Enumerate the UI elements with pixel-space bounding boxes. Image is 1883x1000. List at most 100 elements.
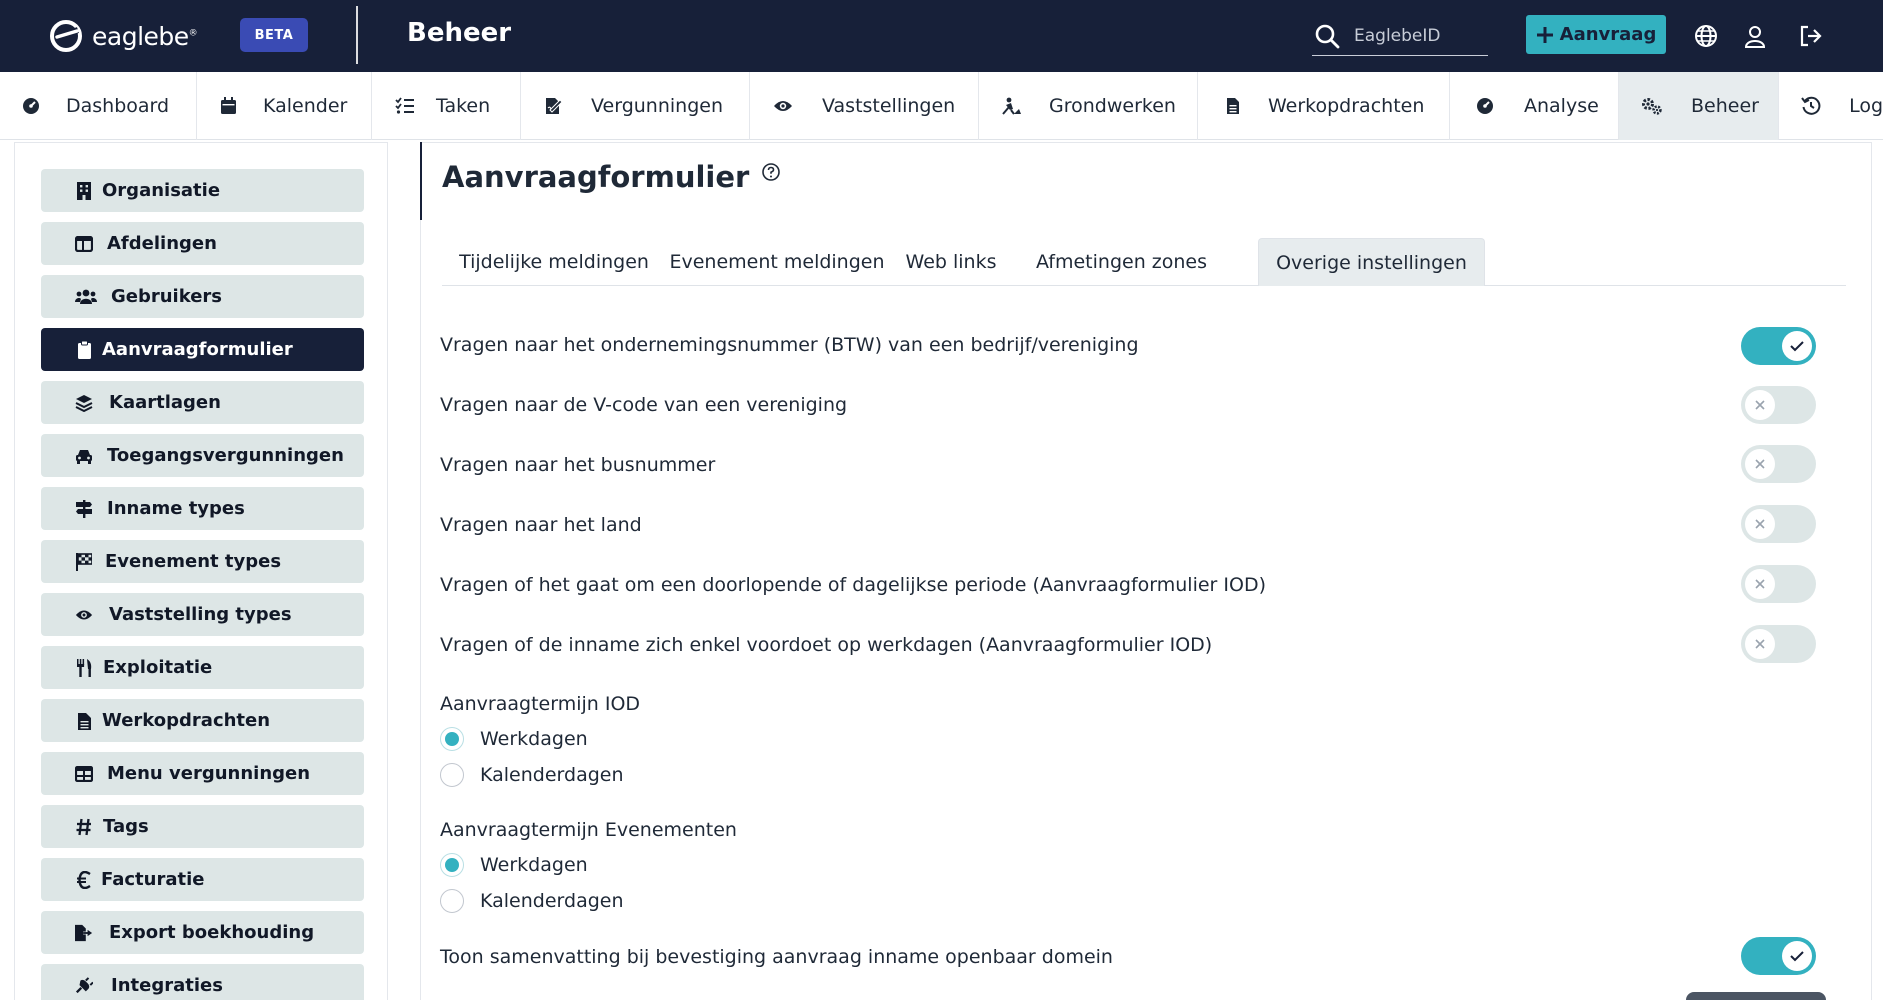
brand-name: eaglebe® <box>92 21 198 51</box>
setting-row-vcode: Vragen naar de V-code van een vereniging <box>440 385 1820 425</box>
setting-row-land: Vragen naar het land <box>440 505 1820 545</box>
search-icon[interactable] <box>1314 23 1340 49</box>
radio-label: Kalenderdagen <box>480 764 624 786</box>
beta-badge: BETA <box>240 18 308 52</box>
check-icon <box>1790 951 1804 962</box>
sidebar-item-kaartlagen[interactable]: Kaartlagen <box>41 381 364 424</box>
plug-icon <box>75 977 93 995</box>
help-icon[interactable] <box>761 162 781 182</box>
eye-icon <box>772 95 794 117</box>
table-icon <box>75 765 93 783</box>
nav-item-dashboard[interactable]: Dashboard <box>0 72 197 140</box>
gears-icon <box>1641 95 1663 117</box>
radio-button[interactable] <box>440 727 464 751</box>
setting-label: Vragen naar het land <box>440 514 642 536</box>
sidebar-item-afdelingen[interactable]: Afdelingen <box>41 222 364 265</box>
toggle-knob <box>1745 629 1775 659</box>
setting-row-periode: Vragen of het gaat om een doorlopende of… <box>440 565 1820 605</box>
setting-label: Vragen naar het busnummer <box>440 454 716 476</box>
radio-button[interactable] <box>440 853 464 877</box>
header-divider <box>356 6 358 64</box>
tab-afmetingen-zones[interactable]: Afmetingen zones <box>1014 238 1229 286</box>
toggle-btw[interactable] <box>1741 327 1816 365</box>
sidebar-item-export-boekhouding[interactable]: Export boekhouding <box>41 911 364 954</box>
digging-icon <box>1001 95 1023 117</box>
file-icon <box>75 712 93 730</box>
x-icon <box>1755 400 1765 410</box>
tab-web-links[interactable]: Web links <box>888 238 1014 286</box>
sidebar-item-toegangsvergunningen[interactable]: Toegangsvergunningen <box>41 434 364 477</box>
sidebar-item-werkopdrachten[interactable]: Werkopdrachten <box>41 699 364 742</box>
sidebar-item-aanvraagformulier[interactable]: Aanvraagformulier <box>41 328 364 371</box>
setting-row-werkdagen: Vragen of de inname zich enkel voordoet … <box>440 625 1820 665</box>
search-input[interactable] <box>1354 25 1484 46</box>
new-request-label: Aanvraag <box>1559 24 1657 45</box>
nav-item-grondwerken[interactable]: Grondwerken <box>979 72 1198 140</box>
radio-button[interactable] <box>440 889 464 913</box>
history-icon <box>1801 95 1821 117</box>
toggle-busnummer[interactable] <box>1741 445 1816 483</box>
setting-label: Toon samenvatting bij bevestiging aanvra… <box>440 946 1113 968</box>
calendar-icon <box>217 95 239 117</box>
sidebar-item-integraties[interactable]: Integraties <box>41 964 364 1000</box>
check-icon <box>1790 341 1804 352</box>
sidebar-item-exploitatie[interactable]: Exploitatie <box>41 646 364 689</box>
gauge-icon <box>20 95 42 117</box>
x-icon <box>1755 519 1765 529</box>
sidebar-item-tags[interactable]: Tags <box>41 805 364 848</box>
floating-widget-tab[interactable] <box>1686 992 1826 1000</box>
clipboard-icon <box>75 341 93 359</box>
toggle-periode[interactable] <box>1741 565 1816 603</box>
toggle-werkdagen[interactable] <box>1741 625 1816 663</box>
nav-item-taken[interactable]: Taken <box>372 72 521 140</box>
sidebar-item-organisatie[interactable]: Organisatie <box>41 169 364 212</box>
x-icon <box>1755 459 1765 469</box>
nav-item-log[interactable]: Log <box>1779 72 1883 140</box>
toggle-knob <box>1782 331 1812 361</box>
radio-events-werkdagen[interactable]: Werkdagen <box>440 853 588 877</box>
tab-tijdelijke-meldingen[interactable]: Tijdelijke meldingen <box>442 238 666 286</box>
setting-label: Vragen naar het ondernemingsnummer (BTW)… <box>440 334 1139 356</box>
user-icon[interactable] <box>1741 22 1769 50</box>
sidebar-item-vaststelling-types[interactable]: Vaststelling types <box>41 593 364 636</box>
eye-icon <box>75 606 93 624</box>
toggle-samenvatting[interactable] <box>1741 937 1816 975</box>
nav-item-beheer[interactable]: Beheer <box>1619 72 1779 140</box>
sidebar-item-gebruikers[interactable]: Gebruikers <box>41 275 364 318</box>
toggle-land[interactable] <box>1741 505 1816 543</box>
radio-label: Werkdagen <box>480 854 588 876</box>
tab-evenement-meldingen[interactable]: Evenement meldingen <box>666 238 888 286</box>
globe-icon[interactable] <box>1692 22 1720 50</box>
nav-item-analyse[interactable]: Analyse <box>1450 72 1619 140</box>
toggle-knob <box>1745 509 1775 539</box>
new-request-button[interactable]: Aanvraag <box>1526 15 1666 54</box>
radio-label: Kalenderdagen <box>480 890 624 912</box>
page-title: Aanvraagformulier <box>442 160 781 194</box>
sidebar-item-evenement-types[interactable]: Evenement types <box>41 540 364 583</box>
nav-item-vergunningen[interactable]: Vergunningen <box>521 72 750 140</box>
nav-item-vaststellingen[interactable]: Vaststellingen <box>750 72 979 140</box>
radio-button[interactable] <box>440 763 464 787</box>
x-icon <box>1755 639 1765 649</box>
utensils-icon <box>75 659 93 677</box>
nav-item-werkopdrachten[interactable]: Werkopdrachten <box>1198 72 1450 140</box>
toggle-vcode[interactable] <box>1741 386 1816 424</box>
logout-icon[interactable] <box>1797 22 1825 50</box>
toggle-knob <box>1745 569 1775 599</box>
flag-icon <box>75 553 93 571</box>
brand-logo[interactable]: eaglebe® <box>48 18 198 54</box>
setting-label: Vragen naar de V-code van een vereniging <box>440 394 848 416</box>
setting-row-samenvatting: Toon samenvatting bij bevestiging aanvra… <box>440 937 1820 977</box>
radio-iod-werkdagen[interactable]: Werkdagen <box>440 727 588 751</box>
sidebar-item-inname-types[interactable]: Inname types <box>41 487 364 530</box>
top-header: eaglebe® BETA Beheer Aanvraag <box>0 0 1883 72</box>
tab-overige-instellingen[interactable]: Overige instellingen <box>1258 238 1485 286</box>
radio-events-kalenderdagen[interactable]: Kalenderdagen <box>440 889 624 913</box>
nav-item-kalender[interactable]: Kalender <box>197 72 372 140</box>
sidebar-item-facturatie[interactable]: Facturatie <box>41 858 364 901</box>
hashtag-icon <box>75 818 93 836</box>
sidebar-item-menu-vergunningen[interactable]: Menu vergunningen <box>41 752 364 795</box>
x-icon <box>1755 579 1765 589</box>
radio-iod-kalenderdagen[interactable]: Kalenderdagen <box>440 763 624 787</box>
setting-label: Vragen of de inname zich enkel voordoet … <box>440 634 1213 656</box>
